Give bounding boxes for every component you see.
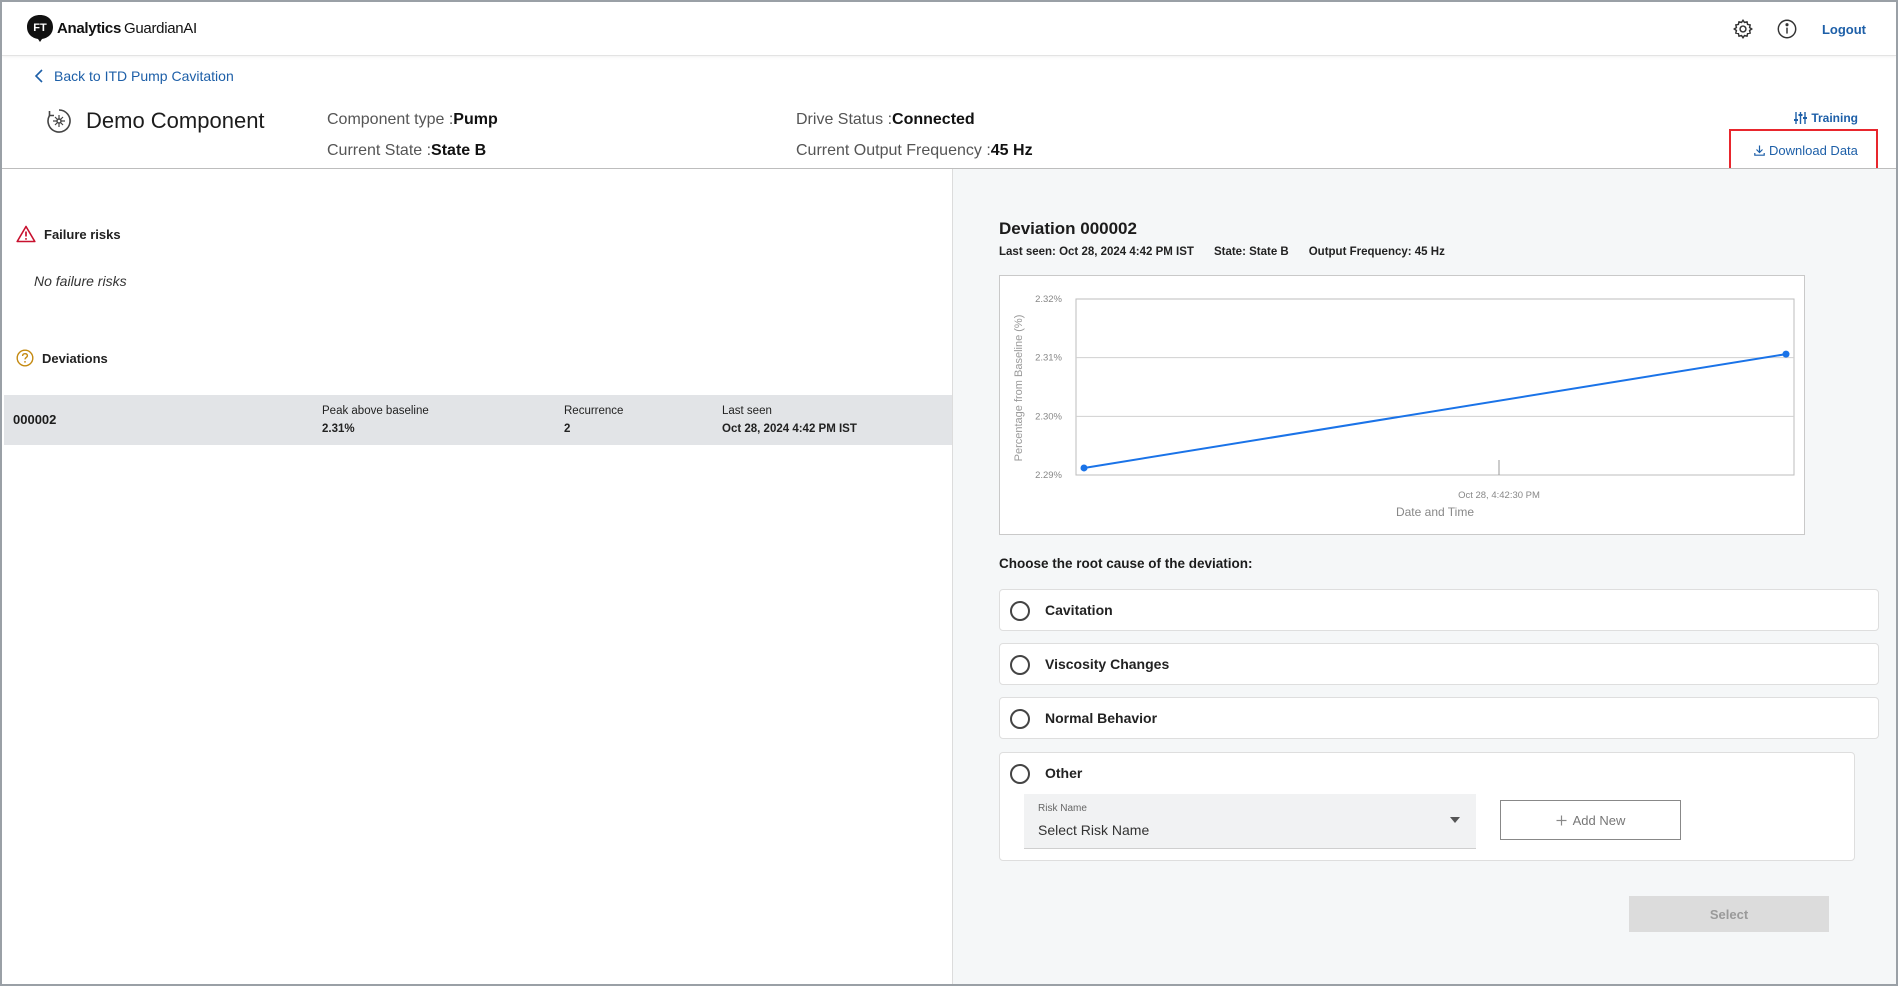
deviation-title: Deviation 000002	[999, 219, 1137, 238]
caret-down-icon	[1450, 817, 1460, 823]
risk-name-label: Risk Name	[1038, 803, 1087, 814]
pump-component-icon	[47, 109, 71, 133]
training-label: Training	[1811, 111, 1858, 125]
gear-icon[interactable]	[1730, 16, 1756, 42]
current-output-frequency: Current Output Frequency :45 Hz	[796, 142, 1033, 159]
download-data-button[interactable]: Download Data	[1754, 143, 1858, 158]
sliders-icon	[1794, 112, 1808, 124]
plus-icon	[1556, 815, 1567, 825]
risk-name-value: Select Risk Name	[1038, 822, 1150, 838]
app-window: FT Analytics GuardianAI Logout Back to I…	[0, 0, 1898, 986]
deviation-id: 000002	[13, 412, 57, 427]
no-failure-risks-text: No failure risks	[34, 273, 127, 289]
x-tick-label: Oct 28, 4:42:30 PM	[1458, 490, 1540, 501]
failure-risks-title: Failure risks	[44, 226, 121, 242]
logo-analytics-text: Analytics	[57, 19, 121, 37]
risk-name-select[interactable]: Risk Name Select Risk Name	[1024, 794, 1476, 849]
data-point[interactable]	[1080, 464, 1088, 472]
select-button[interactable]: Select	[1629, 896, 1829, 932]
option-cavitation[interactable]: Cavitation	[999, 589, 1879, 631]
y-tick-label: 2.31%	[1035, 353, 1062, 364]
back-link-label: Back to ITD Pump Cavitation	[54, 68, 234, 84]
component-type: Component type :Pump	[327, 111, 498, 128]
deviation-chart: 2.32% 2.31% 2.30% 2.29% Oct 28, 4:42:30 PM …	[999, 275, 1805, 535]
option-normal-behavior[interactable]: Normal Behavior	[999, 697, 1879, 739]
option-other[interactable]: Other Risk Name Select Risk Name Add New	[999, 752, 1855, 861]
top-bar: FT Analytics GuardianAI Logout	[2, 2, 1896, 56]
logo: FT Analytics GuardianAI	[26, 14, 197, 42]
logout-link[interactable]: Logout	[1822, 22, 1866, 37]
logo-guardian-text: GuardianAI	[124, 19, 197, 37]
svg-text:FT: FT	[33, 22, 47, 34]
deviation-row[interactable]: 000002 Peak above baseline 2.31% Recurre…	[4, 395, 952, 445]
y-tick-label: 2.29%	[1035, 470, 1062, 481]
radio-viscosity-changes[interactable]	[1010, 655, 1030, 675]
deviations-header: Deviations	[16, 349, 108, 367]
download-icon	[1754, 145, 1765, 156]
add-new-button[interactable]: Add New	[1500, 800, 1681, 840]
deviation-state: State: State B	[1213, 246, 1289, 258]
option-label: Other	[1045, 765, 1083, 781]
question-circle-icon	[16, 349, 34, 367]
y-tick-label: 2.30%	[1035, 411, 1062, 422]
current-state: Current State :State B	[327, 142, 487, 159]
x-axis-label: Date and Time	[1396, 505, 1474, 519]
drive-status: Drive Status :Connected	[796, 111, 975, 128]
component-title: Demo Component	[86, 108, 265, 133]
warning-triangle-icon	[16, 225, 36, 243]
chart-svg: 2.32%2.31%2.30%2.29% Oct 28, 4:42:30 PM …	[1013, 294, 1795, 519]
option-viscosity-changes[interactable]: Viscosity Changes	[999, 643, 1879, 685]
left-panel: Failure risks No failure risks Deviation…	[2, 169, 952, 984]
back-link[interactable]: Back to ITD Pump Cavitation	[34, 68, 234, 84]
ft-logo-icon: FT	[27, 15, 53, 42]
deviations-title: Deviations	[42, 350, 108, 366]
failure-risks-header: Failure risks	[16, 225, 121, 243]
option-label: Normal Behavior	[1045, 710, 1158, 726]
y-tick-label: 2.32%	[1035, 294, 1062, 305]
last-seen: Last seen Oct 28, 2024 4:42 PM IST	[722, 405, 857, 435]
radio-other[interactable]	[1010, 764, 1030, 784]
y-axis-label: Percentage from Baseline (%)	[1013, 315, 1025, 462]
deviation-last-seen: Last seen: Oct 28, 2024 4:42 PM IST	[999, 246, 1194, 258]
training-link[interactable]: Training	[1794, 111, 1858, 125]
option-label: Viscosity Changes	[1045, 656, 1170, 672]
radio-cavitation[interactable]	[1010, 601, 1030, 621]
radio-normal-behavior[interactable]	[1010, 709, 1030, 729]
option-label: Cavitation	[1045, 602, 1113, 618]
peak-above-baseline: Peak above baseline 2.31%	[322, 405, 429, 435]
deviation-meta: Last seen: Oct 28, 2024 4:42 PM IST Stat…	[999, 246, 1445, 258]
recurrence: Recurrence 2	[564, 405, 624, 435]
download-data-label: Download Data	[1769, 143, 1858, 158]
deviation-output-frequency: Output Frequency: 45 Hz	[1308, 246, 1445, 258]
plot-area	[1075, 298, 1795, 476]
root-cause-question: Choose the root cause of the deviation:	[999, 556, 1253, 571]
chevron-left-icon	[34, 69, 43, 83]
info-icon[interactable]	[1774, 16, 1800, 42]
add-new-label: Add New	[1572, 812, 1626, 828]
data-point[interactable]	[1782, 350, 1790, 358]
right-panel: Deviation 000002 Last seen: Oct 28, 2024…	[953, 169, 1896, 984]
